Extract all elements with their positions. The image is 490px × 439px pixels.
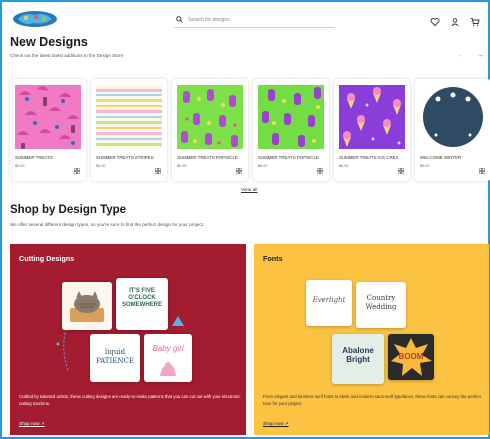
- new-designs-title: New Designs: [10, 35, 88, 49]
- design-tile-five-oclock: IT'S FIVE O'CLOCK SOMEWHERE: [116, 278, 168, 330]
- search-input[interactable]: [188, 16, 318, 23]
- product-card[interactable]: SUMMER TREATS POPSICLE $0.00: [253, 79, 329, 181]
- cutting-designs-panel[interactable]: Cutting Designs IT'S FIVE O'CLOCK SOMEWH…: [10, 244, 246, 435]
- product-image: [96, 85, 162, 149]
- panel-title: Cutting Designs: [19, 254, 75, 263]
- tile-text: liquid PATIENCE: [96, 348, 134, 365]
- tile-text: Country Wedding: [365, 294, 397, 311]
- grid-icon[interactable]: [74, 168, 80, 174]
- product-card[interactable]: WELCOME WINTER $0.00: [415, 79, 490, 181]
- product-image: [420, 85, 486, 149]
- grid-icon[interactable]: [236, 168, 242, 174]
- design-tile-cat: [62, 282, 112, 330]
- shop-now-link[interactable]: Shop now ↗: [19, 421, 45, 427]
- view-all-link[interactable]: View all: [241, 188, 257, 193]
- shop-by-type-subtitle: We offer several different design types,…: [10, 222, 205, 227]
- panel-description: Crafted by talented artists, these cutti…: [19, 394, 241, 406]
- font-tile-boom: BOOM: [388, 334, 434, 380]
- fonts-panel[interactable]: Fonts Everlight Country Wedding Abalone …: [254, 244, 489, 435]
- product-name: WELCOME WINTER: [420, 155, 462, 160]
- product-price: $0.00: [258, 164, 268, 168]
- product-card[interactable]: SUMMER TREATS ICE CREA $0.00: [334, 79, 410, 181]
- product-image: [177, 85, 243, 149]
- arrow-right-icon[interactable]: →: [477, 52, 484, 59]
- new-designs-subtitle: Check out the latest latest additions to…: [10, 53, 124, 58]
- tile-text: Abalone Bright: [342, 346, 374, 364]
- grid-icon[interactable]: [398, 168, 404, 174]
- top-header: [4, 6, 488, 34]
- design-tile-patience: liquid PATIENCE: [90, 334, 140, 382]
- product-name: SUMMER TREATS: [15, 155, 53, 160]
- product-name: SUMMER TREATS STRIPES: [96, 155, 154, 160]
- product-price: $0.00: [15, 164, 25, 168]
- product-image: [15, 85, 81, 149]
- shop-now-link[interactable]: Shop now ↗: [263, 421, 289, 427]
- search-icon: [176, 16, 183, 23]
- logo[interactable]: [12, 10, 58, 28]
- product-name: SUMMER TREATS POPSICLE: [177, 155, 238, 160]
- panel-description: From elegant and timeless serif fonts to…: [263, 394, 481, 406]
- cart-icon[interactable]: [470, 14, 480, 26]
- product-price: $0.00: [177, 164, 187, 168]
- user-icon[interactable]: [450, 14, 460, 27]
- grid-icon[interactable]: [155, 168, 161, 174]
- shop-by-type-title: Shop by Design Type: [10, 204, 127, 216]
- product-card[interactable]: SUMMER TREATS POPSICLE $0.00: [172, 79, 248, 181]
- panel-title: Fonts: [263, 254, 283, 263]
- grid-icon[interactable]: [317, 168, 323, 174]
- product-price: $0.00: [420, 164, 430, 168]
- product-name: SUMMER TREATS POPSICLE: [258, 155, 319, 160]
- product-card[interactable]: SUMMER TREATS $0.00: [10, 79, 86, 181]
- tile-text: IT'S FIVE O'CLOCK SOMEWHERE: [121, 288, 162, 308]
- product-image: [339, 85, 405, 149]
- product-image: [258, 85, 324, 149]
- font-tile-country-wedding: Country Wedding: [356, 282, 406, 328]
- arrow-left-icon[interactable]: ←: [456, 52, 463, 59]
- decorative-triangle: [172, 316, 184, 326]
- font-tile-everlight: Everlight: [306, 280, 352, 326]
- design-tile-baby-girl: Baby girl: [144, 334, 192, 382]
- search-bar[interactable]: [174, 12, 334, 28]
- product-price: $0.00: [96, 164, 106, 168]
- product-price: $0.00: [339, 164, 349, 168]
- product-card[interactable]: SUMMER TREATS STRIPES $0.00: [91, 79, 167, 181]
- tile-text: Baby girl: [152, 344, 184, 353]
- product-carousel: SUMMER TREATS $0.00 SUMMER TREATS STRIPE…: [10, 79, 490, 181]
- grid-icon[interactable]: [479, 168, 485, 174]
- font-tile-abalone-bright: Abalone Bright: [332, 334, 384, 384]
- product-name: SUMMER TREATS ICE CREA: [339, 155, 399, 160]
- heart-icon[interactable]: [430, 14, 440, 27]
- tile-text: Everlight: [312, 296, 346, 304]
- tile-text: BOOM: [398, 352, 424, 361]
